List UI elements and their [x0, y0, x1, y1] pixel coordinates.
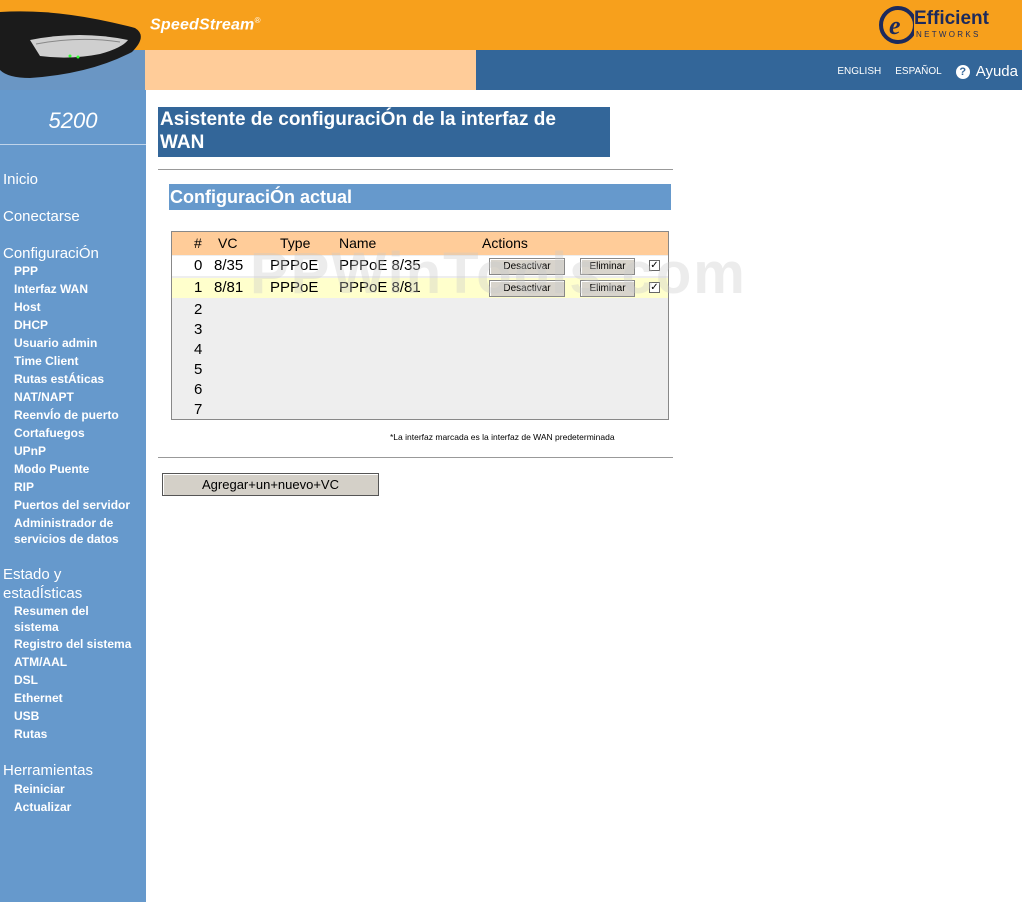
add-vc-button[interactable]: Agregar+un+nuevo+VC	[162, 473, 379, 496]
col-actions: Actions	[482, 235, 528, 251]
logo-name: Efficient	[914, 8, 989, 29]
logo-subtitle: NETWORKS	[916, 30, 981, 39]
nav-ethernet[interactable]: Ethernet	[14, 690, 63, 706]
row-num: 1	[194, 279, 203, 296]
nav-conectarse[interactable]: Conectarse	[3, 207, 80, 226]
table-row-empty: 6	[172, 380, 668, 400]
help-icon: ?	[955, 64, 970, 79]
page-title: Asistente de configuraciÓn de la interfa…	[158, 107, 610, 157]
nav-upnp[interactable]: UPnP	[14, 443, 46, 459]
nav-estado-2[interactable]: estadÍsticas	[3, 584, 82, 603]
row-vc: 8/81	[214, 279, 244, 296]
section-title: ConfiguraciÓn actual	[169, 184, 671, 210]
col-type: Type	[280, 235, 311, 251]
help-link[interactable]: ? Ayuda	[955, 63, 1018, 80]
nav-usuario-admin[interactable]: Usuario admin	[14, 335, 97, 351]
nav-actualizar[interactable]: Actualizar	[14, 799, 71, 815]
nav-modo-puente[interactable]: Modo Puente	[14, 461, 89, 477]
nav-interfaz-wan[interactable]: Interfaz WAN	[14, 281, 88, 297]
row-num: 4	[194, 341, 203, 358]
table-row-empty: 7	[172, 400, 668, 420]
row-type: PPPoE	[270, 279, 319, 296]
language-bar: ENGLISH ESPAÑOL ? Ayuda	[837, 63, 1018, 80]
row-num: 3	[194, 321, 203, 338]
table-header: # VC Type Name Actions	[172, 232, 668, 255]
row-num: 6	[194, 381, 203, 398]
vc-table: # VC Type Name Actions 0 8/35 PPPoE PPPo…	[171, 231, 669, 420]
english-link[interactable]: ENGLISH	[837, 66, 881, 77]
row-vc: 8/35	[214, 257, 244, 274]
desactivar-button[interactable]: Desactivar	[489, 280, 565, 297]
nav-rutas-estaticas[interactable]: Rutas estÁticas	[14, 371, 104, 387]
row-name: PPPoE 8/35	[339, 257, 421, 274]
nav-cortafuegos[interactable]: Cortafuegos	[14, 425, 85, 441]
header-peach-band	[145, 50, 476, 90]
nav-herramientas[interactable]: Herramientas	[3, 761, 93, 780]
default-wan-note: *La interfaz marcada es la interfaz de W…	[390, 432, 615, 442]
nav-host[interactable]: Host	[14, 299, 41, 315]
row-num: 2	[194, 301, 203, 318]
nav-time-client[interactable]: Time Client	[14, 353, 78, 369]
eliminar-button[interactable]: Eliminar	[580, 280, 635, 297]
nav-nat-napt[interactable]: NAT/NAPT	[14, 389, 74, 405]
efficient-logo-icon: e	[879, 6, 914, 44]
row-num: 7	[194, 401, 203, 418]
divider-bottom	[158, 457, 673, 458]
eliminar-button[interactable]: Eliminar	[580, 258, 635, 275]
row-num: 5	[194, 361, 203, 378]
espanol-link[interactable]: ESPAÑOL	[895, 66, 942, 77]
nav-atm-aal[interactable]: ATM/AAL	[14, 654, 67, 670]
page-title-line-1: Asistente de configuraciÓn de la interfa…	[160, 109, 556, 130]
divider-top	[158, 169, 673, 170]
sidebar-divider	[0, 144, 146, 145]
svg-text:e: e	[889, 11, 901, 40]
nav-configuracion[interactable]: ConfiguraciÓn	[3, 244, 99, 263]
col-vc: VC	[218, 235, 238, 251]
table-row-empty: 5	[172, 360, 668, 380]
nav-dhcp[interactable]: DHCP	[14, 317, 48, 333]
table-row: 0 8/35 PPPoE PPPoE 8/35 Desactivar Elimi…	[172, 256, 668, 276]
nav-resumen-1[interactable]: Resumen del	[14, 603, 89, 619]
row-type: PPPoE	[270, 257, 319, 274]
table-row-empty: 4	[172, 340, 668, 360]
efficient-networks-logo: e Efficient NETWORKS	[878, 4, 1018, 46]
brand-mark: ®	[254, 16, 261, 25]
nav-ppp[interactable]: PPP	[14, 263, 38, 279]
row-num: 0	[194, 257, 203, 274]
col-num: #	[194, 235, 202, 251]
nav-resumen-2[interactable]: sistema	[14, 619, 59, 635]
nav-estado-1[interactable]: Estado y	[3, 565, 61, 584]
col-name: Name	[339, 235, 377, 251]
model-number: 5200	[48, 108, 98, 133]
modem-image-icon	[0, 0, 145, 90]
sidebar: 5200 Inicio Conectarse ConfiguraciÓn PPP…	[0, 90, 146, 902]
nav-admin-servicios-2[interactable]: servicios de datos	[14, 531, 119, 547]
speedstream-brand: SpeedStream®	[150, 16, 261, 34]
nav-reenvio-puerto[interactable]: ReenvÍo de puerto	[14, 407, 119, 423]
nav-dsl[interactable]: DSL	[14, 672, 38, 688]
page-title-line-2: WAN	[160, 132, 205, 153]
nav-rip[interactable]: RIP	[14, 479, 34, 495]
nav-registro-sistema[interactable]: Registro del sistema	[14, 636, 131, 652]
nav-usb[interactable]: USB	[14, 708, 39, 724]
nav-admin-servicios-1[interactable]: Administrador de	[14, 515, 113, 531]
row-name: PPPoE 8/81	[339, 279, 421, 296]
desactivar-button[interactable]: Desactivar	[489, 258, 565, 275]
nav-puertos-servidor[interactable]: Puertos del servidor	[14, 497, 130, 513]
table-row-empty: 2	[172, 300, 668, 320]
nav-inicio[interactable]: Inicio	[3, 170, 38, 189]
brand-text: SpeedStream	[150, 16, 255, 34]
default-wan-checkbox[interactable]: ✓	[649, 282, 660, 293]
nav-rutas[interactable]: Rutas	[14, 726, 47, 742]
table-row: 1 8/81 PPPoE PPPoE 8/81 Desactivar Elimi…	[172, 278, 668, 298]
table-row-empty: 3	[172, 320, 668, 340]
nav-reiniciar[interactable]: Reiniciar	[14, 781, 65, 797]
default-wan-checkbox[interactable]: ✓	[649, 260, 660, 271]
help-label: Ayuda	[975, 63, 1018, 80]
